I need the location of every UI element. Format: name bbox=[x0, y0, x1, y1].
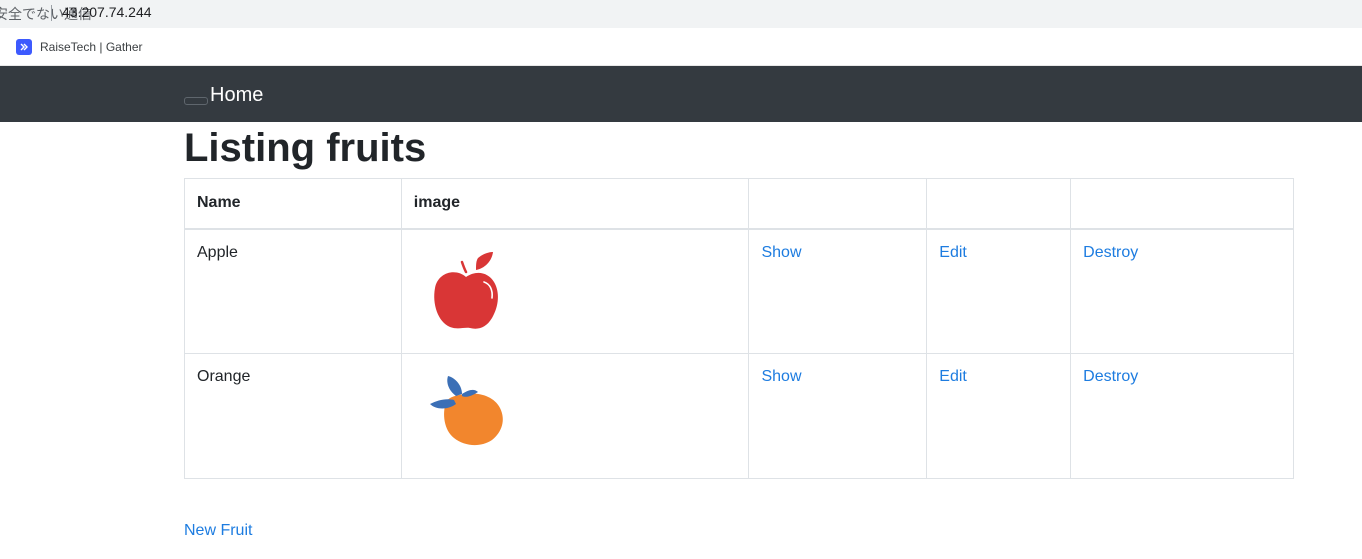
navbar: Home bbox=[0, 66, 1362, 122]
apple-icon bbox=[434, 251, 498, 329]
destroy-link[interactable]: Destroy bbox=[1083, 244, 1138, 261]
fruit-image-cell bbox=[400, 353, 750, 479]
url-field[interactable]: 43.207.74.244 bbox=[62, 4, 152, 20]
column-header-destroy bbox=[1070, 178, 1294, 230]
fruit-name-cell: Apple bbox=[184, 228, 402, 354]
fruit-name-cell: Orange bbox=[184, 353, 402, 479]
fruits-table: Name image Apple Show Edit Destroy Orang… bbox=[184, 178, 1294, 479]
column-header-edit bbox=[926, 178, 1072, 230]
edit-link[interactable]: Edit bbox=[939, 244, 967, 261]
browser-address-bar: 安全でない通信 43.207.74.244 bbox=[0, 0, 1362, 28]
raisetech-favicon-icon bbox=[16, 39, 32, 55]
destroy-link[interactable]: Destroy bbox=[1083, 368, 1138, 385]
edit-cell: Edit bbox=[926, 353, 1072, 479]
address-separator bbox=[51, 5, 52, 21]
navbar-brand-home[interactable]: Home bbox=[210, 83, 263, 107]
table-header-row: Name image bbox=[184, 178, 1294, 230]
page-title: Listing fruits bbox=[184, 126, 427, 170]
bookmarks-bar: RaiseTech | Gather bbox=[0, 28, 1362, 66]
table-row: Apple Show Edit Destroy bbox=[184, 228, 1294, 354]
column-header-show bbox=[748, 178, 928, 230]
column-header-image: image bbox=[400, 178, 750, 230]
bookmark-label: RaiseTech | Gather bbox=[40, 40, 143, 54]
bookmark-raisetech[interactable]: RaiseTech | Gather bbox=[16, 38, 143, 56]
navbar-toggler-button[interactable] bbox=[184, 97, 208, 105]
new-fruit-link[interactable]: New Fruit bbox=[184, 521, 252, 541]
destroy-cell: Destroy bbox=[1070, 228, 1294, 354]
edit-cell: Edit bbox=[926, 228, 1072, 354]
column-header-name: Name bbox=[184, 178, 402, 230]
orange-icon bbox=[429, 376, 503, 446]
show-link[interactable]: Show bbox=[761, 244, 801, 261]
show-cell: Show bbox=[748, 353, 928, 479]
edit-link[interactable]: Edit bbox=[939, 368, 967, 385]
table-row: Orange Show Edit Destroy bbox=[184, 353, 1294, 479]
destroy-cell: Destroy bbox=[1070, 353, 1294, 479]
show-link[interactable]: Show bbox=[761, 368, 801, 385]
show-cell: Show bbox=[748, 228, 928, 354]
fruit-image-cell bbox=[400, 228, 750, 354]
